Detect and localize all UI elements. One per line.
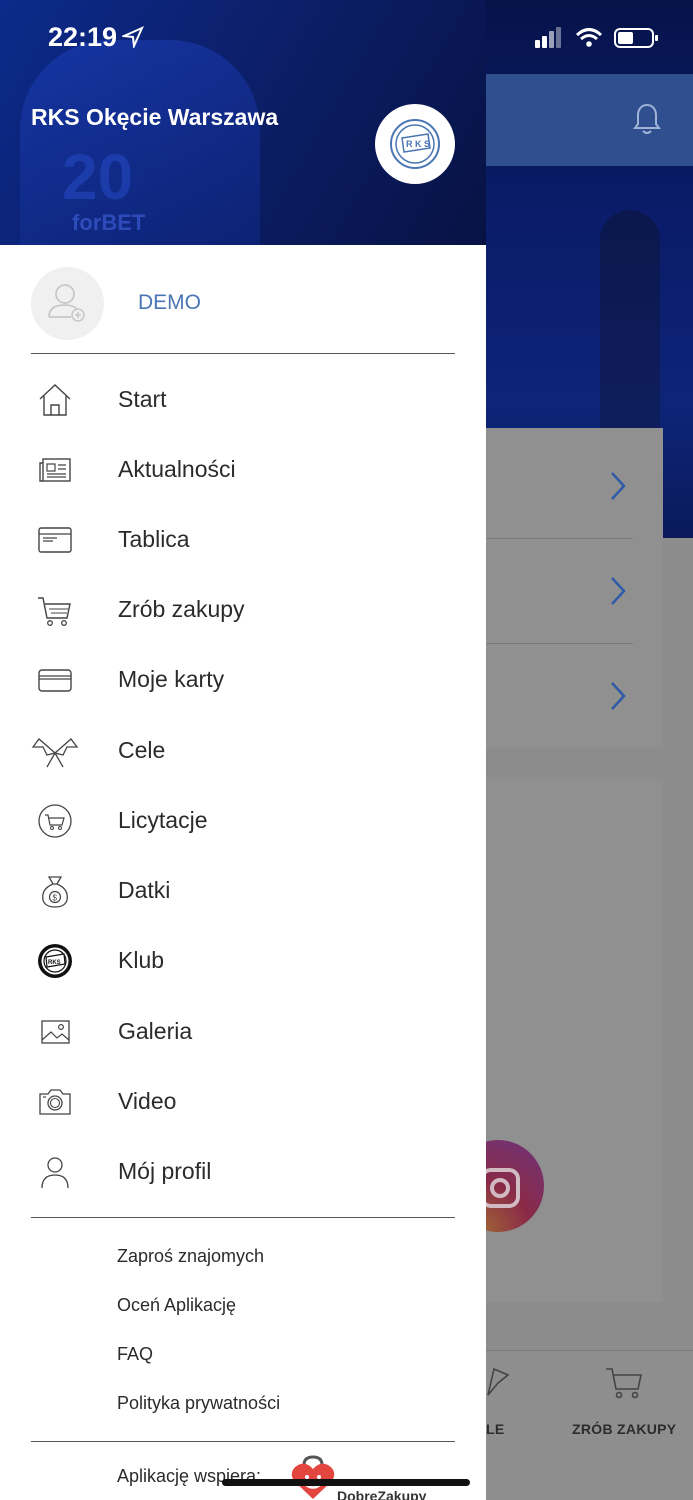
menu-item-label: Zrób zakupy <box>118 596 245 622</box>
menu-item-label: Galeria <box>118 1018 193 1044</box>
drawer-header: 20 forBET 22:19 RKS Okęcie Warszawa R K … <box>0 0 486 245</box>
divider <box>31 353 455 354</box>
menu-item-start[interactable]: Start <box>31 369 455 429</box>
menu-item-label: Cele <box>118 737 166 763</box>
menu-item-news[interactable]: Aktualności <box>31 439 455 499</box>
menu-item-my-profile[interactable]: Mój profil <box>31 1141 455 1201</box>
rate-app-link[interactable]: Oceń Aplikację <box>117 1295 236 1316</box>
menu-item-label: Tablica <box>118 526 190 552</box>
bell-icon[interactable] <box>632 102 662 136</box>
money-bag-icon: $ <box>42 876 68 908</box>
menu-item-club[interactable]: RKS Klub <box>31 930 455 990</box>
status-icons <box>535 27 658 48</box>
menu-item-label: Moje karty <box>118 666 225 692</box>
svg-text:RKS: RKS <box>48 960 61 966</box>
tab-shop-label[interactable]: ZRÓB ZAKUPY <box>572 1421 676 1437</box>
menu-item-label: Mój profil <box>118 1158 212 1184</box>
location-arrow-icon <box>122 26 144 48</box>
divider <box>31 1441 455 1442</box>
status-time: 22:19 <box>48 22 118 52</box>
cart-icon <box>38 597 71 626</box>
navigation-drawer: 20 forBET 22:19 RKS Okęcie Warszawa R K … <box>0 0 486 1500</box>
auction-cart-icon <box>38 804 72 838</box>
sponsor-logo-icon[interactable] <box>290 1455 336 1500</box>
jersey-sponsor-art: forBET <box>72 210 146 235</box>
club-name: RKS Okęcie Warszawa <box>31 104 279 130</box>
person-icon <box>41 1157 69 1189</box>
wifi-icon <box>575 28 603 47</box>
board-icon <box>38 527 72 553</box>
club-crest-icon: RKS <box>38 944 72 978</box>
menu-item-shop[interactable]: Zrób zakupy <box>31 579 455 639</box>
home-icon <box>39 384 71 416</box>
flag-icon <box>487 1367 510 1396</box>
tab-goals-label[interactable]: LE <box>486 1421 505 1437</box>
menu-item-gallery[interactable]: Galeria <box>31 1001 455 1061</box>
menu-item-label: Video <box>118 1088 177 1114</box>
club-crest-icon: R K S <box>390 119 440 169</box>
menu-item-my-cards[interactable]: Moje karty <box>31 649 455 709</box>
image-icon <box>41 1020 70 1044</box>
menu-item-label: Start <box>118 386 167 412</box>
menu-item-video[interactable]: Video <box>31 1071 455 1131</box>
flags-icon <box>31 738 79 768</box>
avatar[interactable] <box>31 267 104 340</box>
chevron-right-icon[interactable] <box>608 471 628 501</box>
card-divider <box>486 643 633 644</box>
privacy-policy-link[interactable]: Polityka prywatności <box>117 1393 280 1414</box>
home-indicator[interactable] <box>222 1479 470 1486</box>
add-user-icon <box>48 284 85 322</box>
newspaper-icon <box>39 458 71 482</box>
card-icon <box>38 669 72 692</box>
menu-item-label: Aktualności <box>118 456 236 482</box>
club-logo[interactable]: R K S <box>375 104 455 184</box>
user-profile-row[interactable]: DEMO <box>31 267 455 341</box>
battery-icon <box>614 28 658 48</box>
menu-item-goals[interactable]: Cele <box>31 720 455 780</box>
chevron-right-icon[interactable] <box>608 681 628 711</box>
jersey-number-art: 20 <box>62 141 134 213</box>
menu-item-board[interactable]: Tablica <box>31 509 455 569</box>
menu-item-label: Datki <box>118 877 171 903</box>
card-divider <box>486 538 633 539</box>
svg-text:$: $ <box>53 894 58 903</box>
divider <box>31 1217 455 1218</box>
menu-item-label: Klub <box>118 947 165 973</box>
faq-link[interactable]: FAQ <box>117 1344 153 1365</box>
user-name[interactable]: DEMO <box>138 291 201 315</box>
cart-icon <box>606 1368 642 1399</box>
signal-icon <box>535 27 561 48</box>
menu-item-auctions[interactable]: Licytacje <box>31 790 455 850</box>
background-tab-bar: LE ZRÓB ZAKUPY <box>486 1350 693 1500</box>
menu-item-label: Licytacje <box>118 807 208 833</box>
sponsor-name[interactable]: DobreZakupy <box>337 1488 426 1500</box>
camera-icon <box>39 1089 71 1115</box>
background-card <box>486 428 663 748</box>
svg-text:R K S: R K S <box>406 139 430 149</box>
invite-friends-link[interactable]: Zaproś znajomych <box>117 1246 264 1267</box>
menu-item-donations[interactable]: $ Datki <box>31 860 455 920</box>
chevron-right-icon[interactable] <box>608 576 628 606</box>
